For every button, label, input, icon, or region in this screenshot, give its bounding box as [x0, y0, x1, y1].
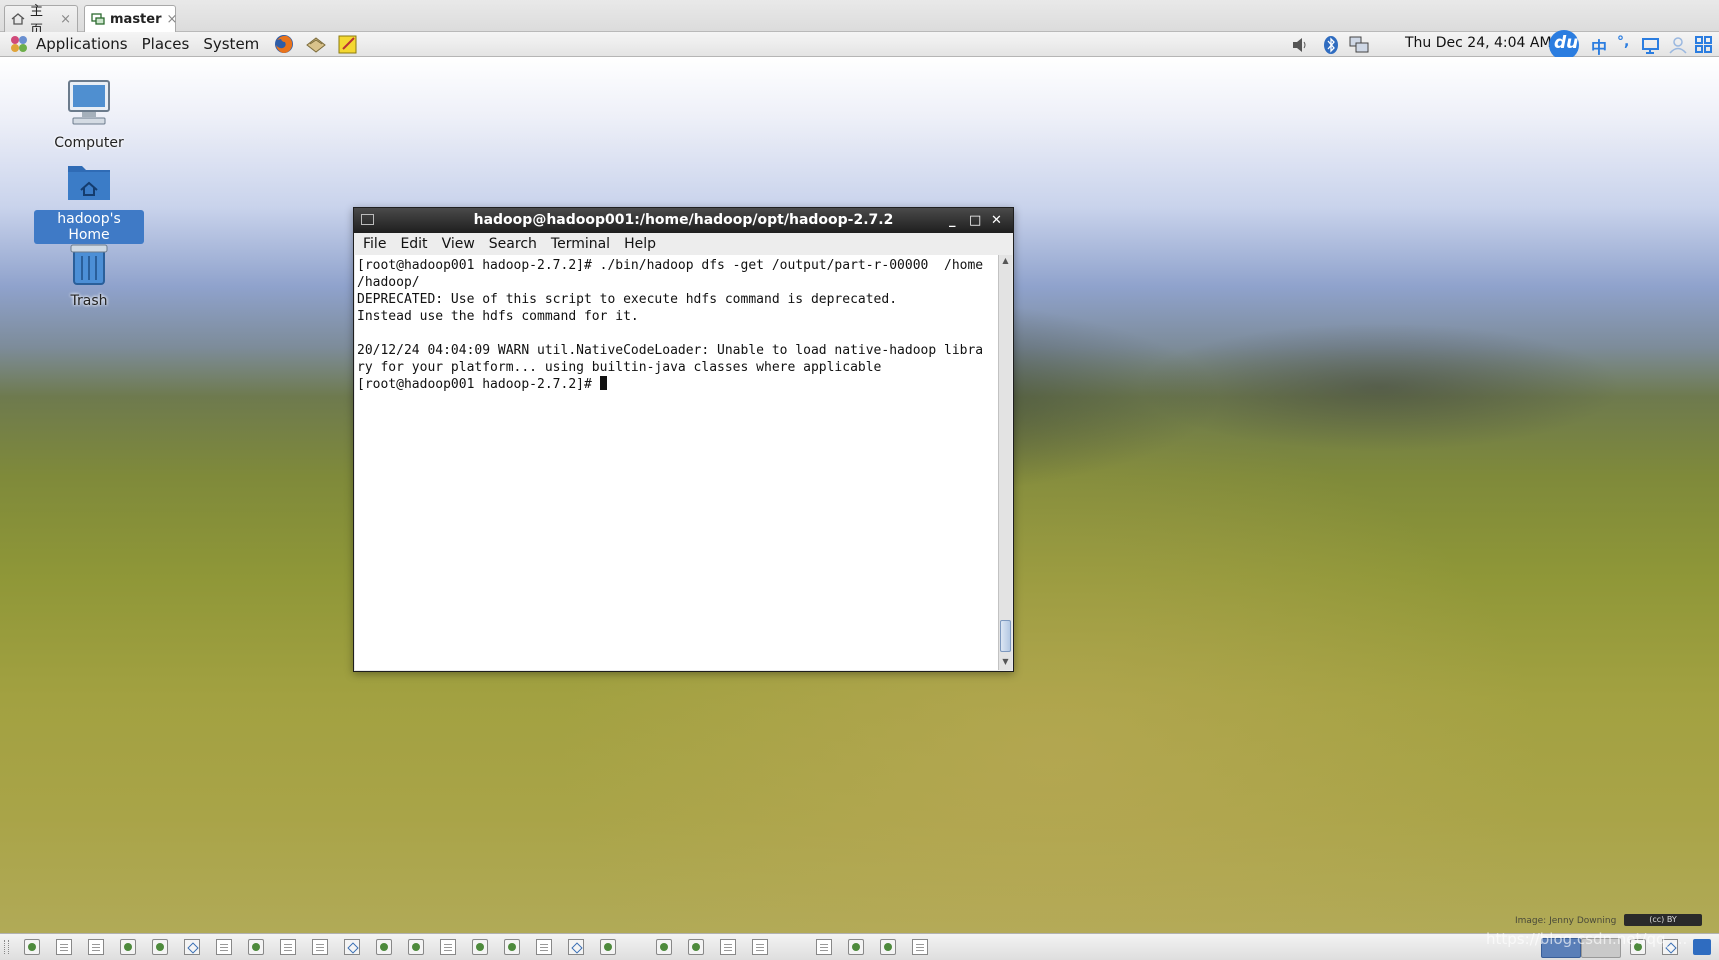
bluetooth-icon[interactable]: [1320, 34, 1342, 56]
watermark: https://blog.csdn.net/qq_...: [1486, 930, 1688, 948]
scroll-up-icon[interactable]: ▲: [999, 256, 1012, 265]
softkeyboard-icon[interactable]: [1640, 34, 1662, 56]
tab-close-icon[interactable]: ×: [167, 12, 178, 27]
menu-places[interactable]: Places: [142, 35, 190, 53]
computer-icon: [68, 80, 110, 125]
top-panel: Applications Places System Thu Dec 24, 4…: [0, 30, 1719, 60]
menu-edit[interactable]: Edit: [400, 236, 427, 252]
menu-view[interactable]: View: [442, 236, 475, 252]
menu-help[interactable]: Help: [624, 236, 656, 252]
taskbar-doc-icon[interactable]: [312, 939, 328, 955]
cc-badge: (cc) BY: [1624, 914, 1702, 926]
user-icon[interactable]: [1667, 34, 1689, 56]
taskbar-link-icon[interactable]: [344, 939, 360, 955]
taskbar-doc-icon[interactable]: [440, 939, 456, 955]
baidu-ime-label: du: [1554, 33, 1579, 53]
terminal-line: Instead use the hdfs command for it.: [357, 309, 639, 324]
terminal-line: ry for your platform... using builtin-ja…: [357, 360, 882, 375]
desktop-icon-label: hadoop's Home: [34, 210, 144, 244]
panel-handle[interactable]: [4, 940, 9, 954]
taskbar-doc-icon[interactable]: [720, 939, 736, 955]
taskbar-app-icon[interactable]: [24, 939, 40, 955]
taskbar-app-icon[interactable]: [408, 939, 424, 955]
taskbar-app-icon[interactable]: [504, 939, 520, 955]
firefox-icon[interactable]: [273, 33, 295, 55]
desktop-icon-home[interactable]: hadoop's Home: [34, 160, 144, 244]
vm-icon: [91, 12, 105, 26]
taskbar-doc-icon[interactable]: [88, 939, 104, 955]
scrollbar-thumb[interactable]: [1000, 620, 1011, 652]
home-folder-icon: [68, 166, 110, 200]
tab-close-icon[interactable]: ×: [60, 12, 71, 27]
image-credit: Image: Jenny Downing: [1515, 916, 1617, 926]
applications-menu-icon: [8, 33, 30, 55]
terminal-line: DEPRECATED: Use of this script to execut…: [357, 292, 898, 307]
menu-terminal[interactable]: Terminal: [551, 236, 610, 252]
minimize-button[interactable]: _: [949, 208, 956, 233]
terminal-prompt-line: [root@hadoop001 hadoop-2.7.2]#: [357, 376, 998, 393]
taskbar-doc-icon[interactable]: [216, 939, 232, 955]
menu-system[interactable]: System: [203, 35, 259, 53]
taskbar-app-icon[interactable]: [600, 939, 616, 955]
taskbar-doc-icon[interactable]: [752, 939, 768, 955]
taskbar-app-icon[interactable]: [152, 939, 168, 955]
taskbar-app-icon[interactable]: [848, 939, 864, 955]
chinese-mode-icon[interactable]: 中: [1591, 34, 1613, 57]
mail-icon[interactable]: [305, 33, 327, 55]
taskbar-link-icon[interactable]: [568, 939, 584, 955]
scroll-down-icon[interactable]: ▼: [999, 657, 1012, 666]
terminal-line: [root@hadoop001 hadoop-2.7.2]# ./bin/had…: [357, 258, 984, 273]
tray-show-desktop-icon[interactable]: [1693, 939, 1711, 955]
terminal-cursor: [599, 376, 607, 390]
terminal-window[interactable]: hadoop@hadoop001:/home/hadoop/opt/hadoop…: [353, 207, 1014, 672]
taskbar-doc-icon[interactable]: [816, 939, 832, 955]
punctuation-icon[interactable]: °,: [1617, 34, 1639, 56]
taskbar-doc-icon[interactable]: [536, 939, 552, 955]
terminal-title: hadoop@hadoop001:/home/hadoop/opt/hadoop…: [473, 212, 894, 228]
home-icon: [11, 12, 25, 26]
browser-tab-strip: 主页 × master ×: [0, 0, 1719, 38]
terminal-icon: [361, 214, 374, 225]
tab-master-label: master: [110, 11, 162, 27]
menu-applications[interactable]: Applications: [36, 35, 128, 53]
taskbar-link-icon[interactable]: [184, 939, 200, 955]
taskbar-doc-icon[interactable]: [56, 939, 72, 955]
close-button[interactable]: ✕: [991, 208, 1002, 233]
maximize-button[interactable]: □: [969, 208, 981, 233]
grid-icon[interactable]: [1693, 34, 1715, 56]
desktop-icon-label: Trash: [70, 293, 108, 309]
bottom-panel: [0, 933, 1719, 960]
taskbar-doc-icon[interactable]: [912, 939, 928, 955]
notes-icon[interactable]: [337, 33, 359, 55]
terminal-menubar: File Edit View Search Terminal Help: [354, 233, 1013, 255]
terminal-prompt: [root@hadoop001 hadoop-2.7.2]#: [357, 377, 600, 392]
menu-search[interactable]: Search: [489, 236, 537, 252]
desktop-icon-computer[interactable]: Computer: [34, 78, 144, 152]
desktop-icon-label: Computer: [54, 135, 124, 151]
network-icon[interactable]: [1348, 34, 1370, 56]
taskbar-app-icon[interactable]: [376, 939, 392, 955]
terminal-scrollbar[interactable]: ▲ ▼: [998, 255, 1012, 670]
taskbar-app-icon[interactable]: [248, 939, 264, 955]
taskbar-app-icon[interactable]: [880, 939, 896, 955]
desktop-icon-trash[interactable]: Trash: [34, 240, 144, 310]
terminal-titlebar[interactable]: hadoop@hadoop001:/home/hadoop/opt/hadoop…: [354, 208, 1013, 233]
trash-icon: [70, 244, 108, 285]
terminal-output[interactable]: [root@hadoop001 hadoop-2.7.2]# ./bin/had…: [355, 255, 998, 670]
volume-icon[interactable]: [1289, 34, 1311, 56]
taskbar-doc-icon[interactable]: [280, 939, 296, 955]
tab-master[interactable]: master ×: [84, 5, 178, 32]
terminal-line: 20/12/24 04:04:09 WARN util.NativeCodeLo…: [357, 343, 984, 358]
panel-clock[interactable]: Thu Dec 24, 4:04 AM: [1405, 35, 1552, 51]
terminal-line: /hadoop/: [357, 275, 420, 290]
taskbar-app-icon[interactable]: [656, 939, 672, 955]
taskbar-app-icon[interactable]: [472, 939, 488, 955]
menu-file[interactable]: File: [363, 236, 386, 252]
tab-home[interactable]: 主页 ×: [4, 4, 78, 38]
taskbar-app-icon[interactable]: [120, 939, 136, 955]
taskbar-app-icon[interactable]: [688, 939, 704, 955]
